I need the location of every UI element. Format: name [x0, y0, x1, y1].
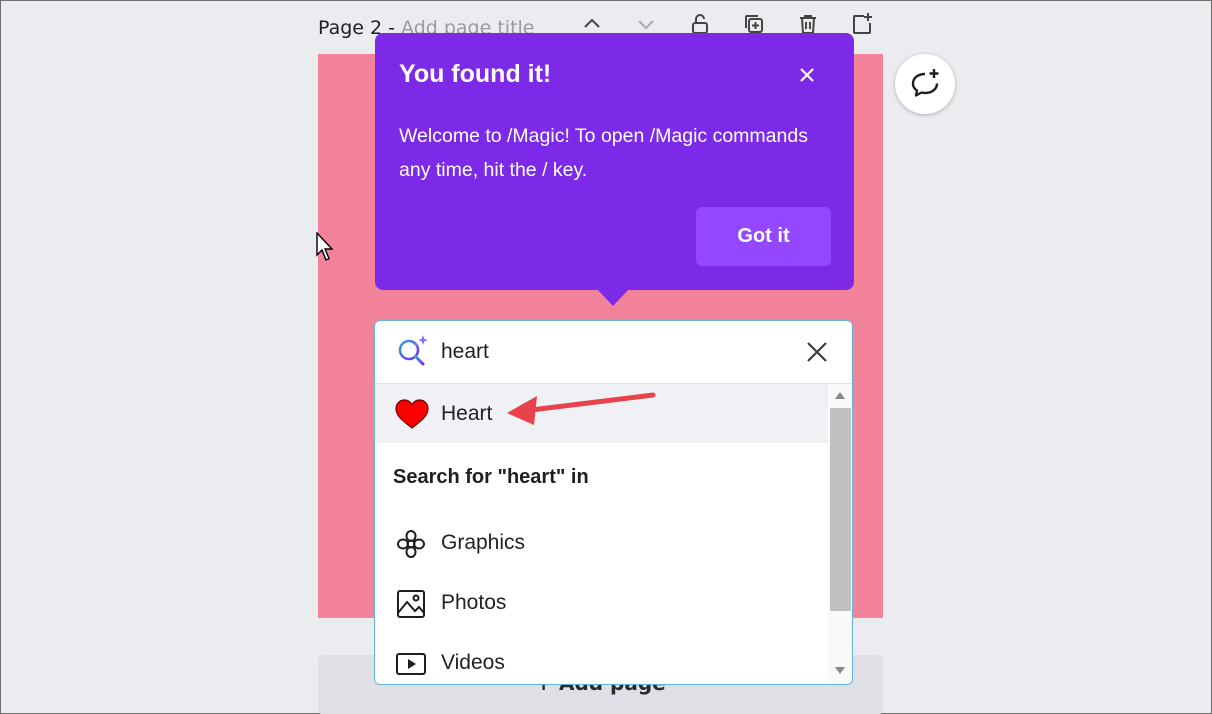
tooltip-title: You found it!: [399, 60, 552, 88]
tooltip-body: Welcome to /Magic! To open /Magic comman…: [399, 125, 808, 181]
close-icon: [800, 68, 814, 82]
result-heart-label: Heart: [441, 401, 493, 425]
add-page-icon[interactable]: [849, 11, 875, 37]
search-option-label: Photos: [441, 591, 507, 614]
heart-icon: [395, 399, 429, 429]
scroll-thumb[interactable]: [830, 408, 851, 611]
search-option-photos[interactable]: Photos: [375, 575, 828, 631]
mouse-cursor-icon: [316, 231, 336, 266]
close-icon: [807, 342, 827, 362]
magic-tooltip: You found it! Welcome to /Magic! To open…: [375, 33, 854, 290]
red-arrow-annotation: [507, 392, 656, 425]
scroll-down-arrow[interactable]: [835, 667, 845, 674]
video-icon: [396, 653, 426, 675]
search-option-videos[interactable]: Videos: [375, 635, 828, 684]
image-icon: [397, 590, 425, 618]
got-it-button[interactable]: Got it: [696, 207, 831, 266]
magic-search-panel: Heart Search for "heart" in Graphics Pho…: [374, 320, 853, 685]
flower-icon: [397, 530, 425, 558]
dropdown-scrollbar[interactable]: [828, 384, 852, 684]
search-section-heading: Search for "heart" in: [393, 466, 589, 488]
clear-search-button[interactable]: [803, 338, 831, 366]
search-option-graphics[interactable]: Graphics: [375, 515, 828, 571]
search-option-label: Videos: [441, 651, 505, 674]
search-bar: [375, 321, 852, 384]
search-input[interactable]: [441, 337, 781, 367]
scroll-up-arrow[interactable]: [835, 392, 845, 399]
magic-search-icon: [398, 335, 428, 366]
tooltip-close-button[interactable]: [793, 61, 821, 89]
search-option-label: Graphics: [441, 531, 526, 554]
comment-add-icon: [911, 69, 939, 97]
tooltip-arrow: [596, 288, 630, 306]
add-comment-button[interactable]: [895, 54, 955, 114]
